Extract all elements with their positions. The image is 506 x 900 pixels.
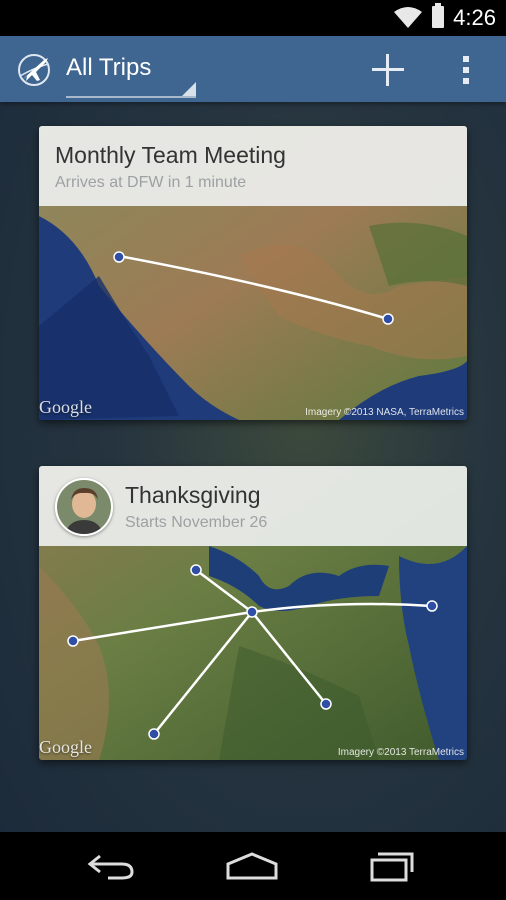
google-logo: Google <box>39 737 92 757</box>
action-bar: All Trips <box>0 36 506 102</box>
trip-title: Monthly Team Meeting <box>55 142 286 168</box>
trip-title: Thanksgiving <box>125 482 261 508</box>
map-attribution: Imagery ©2013 TerraMetrics <box>337 747 464 758</box>
wifi-icon <box>394 7 422 28</box>
page-title: All Trips <box>66 54 152 81</box>
trip-filter-spinner[interactable]: All Trips <box>66 48 196 98</box>
trip-header: Thanksgiving Starts November 26 <box>39 466 467 546</box>
overflow-menu-icon[interactable] <box>446 48 486 92</box>
back-icon[interactable] <box>82 848 142 884</box>
battery-icon <box>432 3 444 28</box>
person-avatar <box>55 478 113 536</box>
status-bar: 4:26 <box>0 0 506 36</box>
airplane-globe-icon[interactable] <box>14 50 54 90</box>
trip-header: Monthly Team Meeting Arrives at DFW in 1… <box>39 126 467 206</box>
google-logo: Google <box>39 397 92 417</box>
home-icon[interactable] <box>222 848 282 884</box>
trip-card[interactable]: Monthly Team Meeting Arrives at DFW in 1… <box>39 126 467 420</box>
navigation-bar <box>0 832 506 900</box>
recents-icon[interactable] <box>362 848 422 884</box>
clock: 4:26 <box>453 5 496 30</box>
spinner-triangle-icon <box>182 82 196 96</box>
map-attribution: Imagery ©2013 NASA, TerraMetrics <box>305 407 464 418</box>
trip-subtitle: Starts November 26 <box>125 514 268 531</box>
trip-card[interactable]: Thanksgiving Starts November 26 Google I… <box>39 466 467 760</box>
plus-icon[interactable] <box>366 48 410 92</box>
trip-subtitle: Arrives at DFW in 1 minute <box>55 174 247 191</box>
